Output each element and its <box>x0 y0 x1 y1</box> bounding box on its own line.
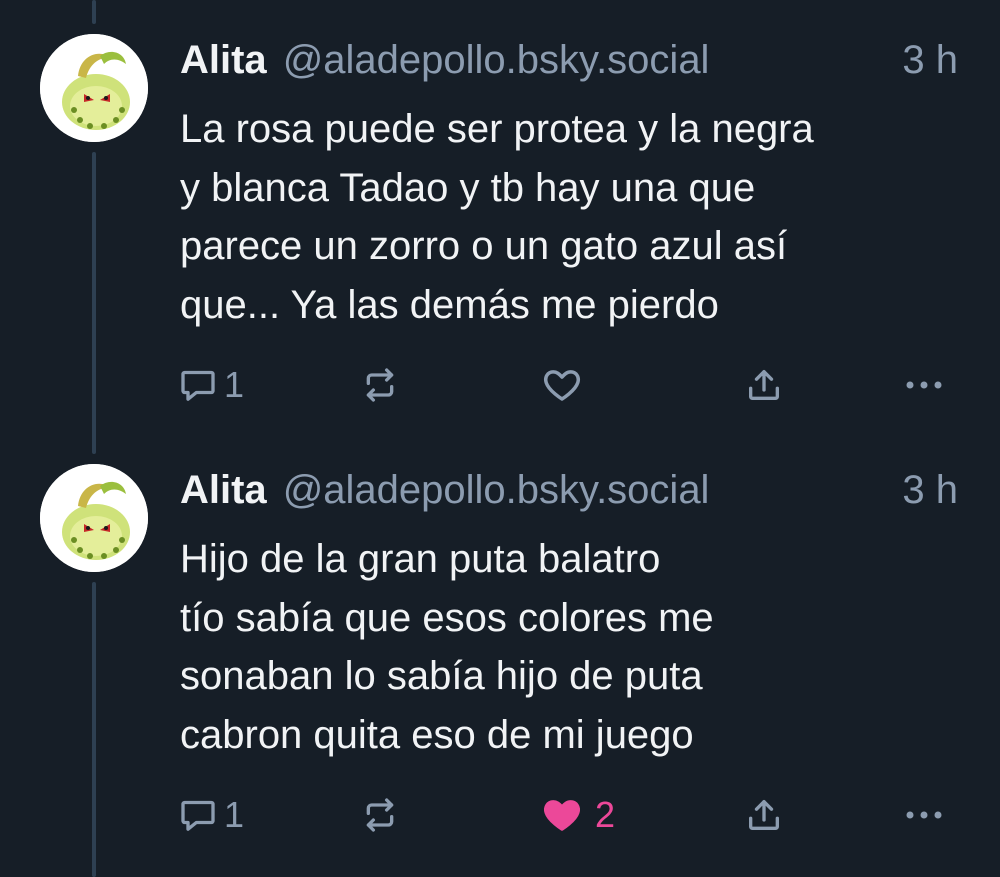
ellipsis-icon <box>906 811 942 819</box>
author-name[interactable]: Alita <box>180 38 267 83</box>
ellipsis-icon <box>906 381 942 389</box>
share-button[interactable] <box>744 790 784 840</box>
post[interactable]: Alita @aladepollo.bsky.social 3 h La ros… <box>0 34 1000 418</box>
avatar[interactable] <box>40 34 148 142</box>
reply-count: 1 <box>224 794 245 835</box>
speech-bubble-icon <box>181 800 215 831</box>
repost-button[interactable] <box>360 790 400 840</box>
like-button[interactable]: 2 <box>541 790 615 840</box>
post-text: Hijo de la gran puta balatro tío sabía q… <box>180 537 714 757</box>
speech-bubble-icon <box>181 370 215 401</box>
post-header: Alita @aladepollo.bsky.social 3 h <box>180 468 958 524</box>
share-upload-icon <box>749 800 779 830</box>
avatar-image <box>40 34 148 142</box>
repost-arrows-icon <box>366 368 394 402</box>
post-header: Alita @aladepollo.bsky.social 3 h <box>180 38 958 94</box>
author-handle[interactable]: @aladepollo.bsky.social <box>283 38 710 83</box>
more-options-button[interactable] <box>902 360 946 410</box>
share-upload-icon <box>749 370 779 400</box>
post-timestamp[interactable]: 3 h <box>902 468 958 513</box>
reply-button[interactable]: 1 <box>178 360 244 410</box>
post-actions: 1 2 <box>0 790 1000 840</box>
heart-icon <box>544 370 580 401</box>
author-handle[interactable]: @aladepollo.bsky.social <box>283 468 710 513</box>
avatar[interactable] <box>40 464 148 572</box>
like-button[interactable] <box>541 360 583 410</box>
avatar-image <box>40 464 148 572</box>
like-count: 2 <box>595 794 616 835</box>
share-button[interactable] <box>744 360 784 410</box>
heart-icon <box>544 800 580 831</box>
post-actions: 1 <box>0 360 1000 410</box>
author-name[interactable]: Alita <box>180 468 267 513</box>
more-options-button[interactable] <box>902 790 946 840</box>
reply-count: 1 <box>224 364 245 405</box>
post-timestamp[interactable]: 3 h <box>902 38 958 83</box>
post[interactable]: Alita @aladepollo.bsky.social 3 h Hijo d… <box>0 464 1000 868</box>
thread-line-top <box>92 0 96 24</box>
repost-arrows-icon <box>366 798 394 832</box>
post-text: La rosa puede ser protea y la negra y bl… <box>180 107 814 327</box>
repost-button[interactable] <box>360 360 400 410</box>
reply-button[interactable]: 1 <box>178 790 244 840</box>
